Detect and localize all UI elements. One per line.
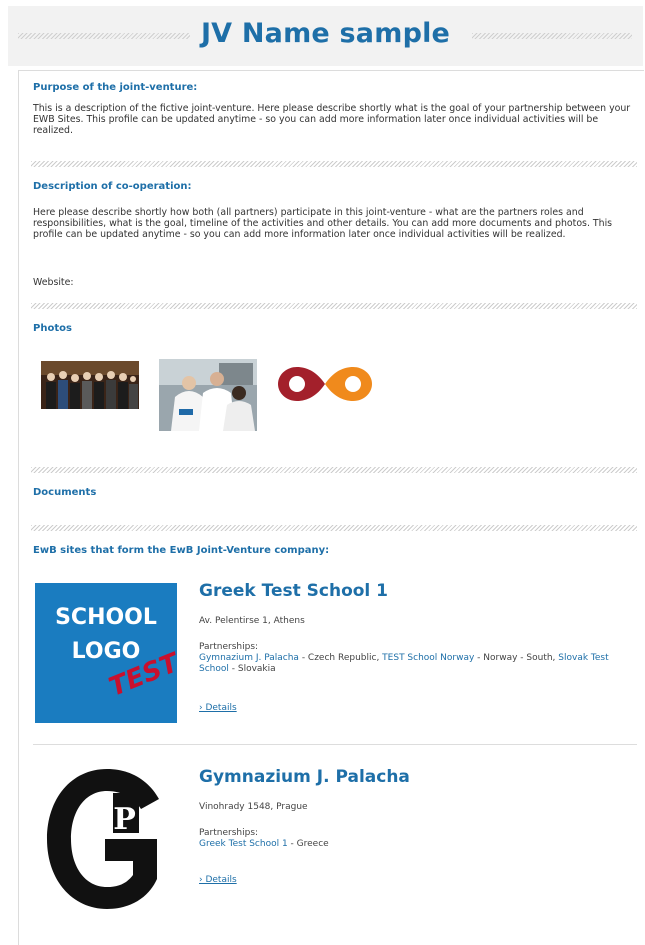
partnerships-label: Partnerships: [199, 642, 259, 652]
photos-heading: Photos [33, 323, 72, 334]
photo-logo[interactable] [275, 359, 375, 409]
cooperation-heading: Description of co-operation: [33, 181, 192, 192]
partner-country: - Slovakia [228, 664, 276, 674]
website-label: Website: [33, 277, 74, 288]
section-divider [31, 303, 637, 309]
site-address: Av. Pelentirse 1, Athens [199, 616, 305, 626]
section-divider [31, 161, 637, 167]
cooperation-text: Here please describe shortly how both (a… [33, 207, 613, 240]
section-divider [31, 467, 637, 473]
purpose-heading: Purpose of the joint-venture: [33, 82, 198, 93]
purpose-text: This is a description of the fictive joi… [33, 103, 631, 136]
svg-text:JP: JP [96, 802, 136, 837]
site-name-link[interactable]: Greek Test School 1 [199, 581, 388, 601]
documents-heading: Documents [33, 487, 97, 498]
school-logo-line1: SCHOOL [55, 605, 157, 630]
photo-group[interactable] [41, 361, 139, 409]
content-panel: Purpose of the joint-venture: This is a … [18, 70, 644, 945]
site-address: Vinohrady 1548, Prague [199, 802, 308, 812]
partnerships-list: Gymnazium J. Palacha - Czech Republic, T… [199, 653, 619, 675]
photo-lab[interactable] [159, 359, 257, 431]
g-logo-image: JP [47, 769, 159, 909]
section-divider [31, 525, 637, 531]
school-logo[interactable]: SCHOOL LOGO TEST [35, 583, 177, 723]
page: JV Name sample Purpose of the joint-vent… [0, 0, 645, 945]
infinity-logo-image [278, 367, 372, 401]
site-divider [33, 744, 637, 745]
sites-heading: EwB sites that form the EwB Joint-Ventur… [33, 545, 330, 556]
partner-link[interactable]: Greek Test School 1 [199, 839, 288, 849]
header: JV Name sample [8, 6, 643, 66]
partnerships-label: Partnerships: [199, 828, 259, 838]
details-link[interactable]: › Details [199, 875, 237, 885]
partner-country: - Norway - South, [474, 653, 559, 663]
partner-country: - Czech Republic, [298, 653, 383, 663]
gymnazium-logo[interactable]: JP [41, 763, 163, 917]
partner-link[interactable]: TEST School Norway [382, 653, 474, 663]
details-link[interactable]: › Details [199, 703, 237, 713]
group-photo-image [41, 361, 139, 409]
site-name-link[interactable]: Gymnazium J. Palacha [199, 767, 410, 787]
site-name-greek[interactable]: Greek Test School 1 [199, 581, 388, 601]
partner-country: - Greece [287, 839, 329, 849]
site-name-gymnazium[interactable]: Gymnazium J. Palacha [199, 767, 410, 787]
lab-photo-image [159, 359, 257, 431]
partner-link[interactable]: Gymnazium J. Palacha [199, 653, 299, 663]
partnerships-list: Greek Test School 1 - Greece [199, 839, 619, 850]
page-title: JV Name sample [200, 18, 451, 49]
